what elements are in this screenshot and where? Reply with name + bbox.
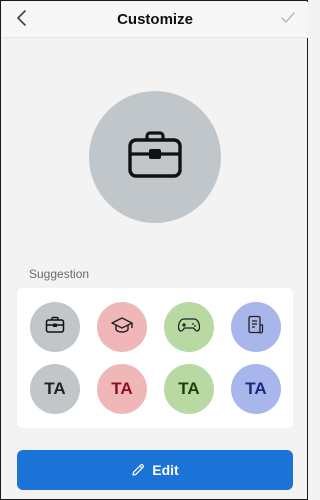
edit-button[interactable]: Edit xyxy=(17,450,293,490)
initials-text: TA xyxy=(44,379,66,398)
initials-text: TA xyxy=(178,379,200,398)
briefcase-icon xyxy=(45,316,65,339)
page-title: Customize xyxy=(117,11,193,28)
suggestion-grid: TA TA TA TA xyxy=(17,288,293,428)
customize-screen: Customize Suggestion TA TA TA TA Edit xyxy=(0,0,308,500)
avatar-preview xyxy=(89,91,221,223)
graduation-cap-icon xyxy=(111,316,133,339)
confirm-button[interactable] xyxy=(276,8,300,32)
briefcase-icon xyxy=(127,130,183,185)
suggestion-initials-red[interactable]: TA xyxy=(97,364,147,414)
suggestion-document[interactable] xyxy=(231,302,281,352)
game-controller-icon xyxy=(177,317,201,338)
pencil-icon xyxy=(131,463,145,477)
document-icon xyxy=(247,315,265,340)
header-bar: Customize xyxy=(2,2,308,38)
initials-text: TA xyxy=(111,379,133,398)
suggestion-initials-blue[interactable]: TA xyxy=(231,364,281,414)
checkmark-icon xyxy=(280,11,296,30)
suggestion-label: Suggestion xyxy=(29,267,90,281)
suggestion-briefcase[interactable] xyxy=(30,302,80,352)
suggestion-initials-green[interactable]: TA xyxy=(164,364,214,414)
suggestion-initials-gray[interactable]: TA xyxy=(30,364,80,414)
suggestion-graduation-cap[interactable] xyxy=(97,302,147,352)
suggestion-game-controller[interactable] xyxy=(164,302,214,352)
initials-text: TA xyxy=(245,379,267,398)
edit-button-label: Edit xyxy=(152,462,179,478)
